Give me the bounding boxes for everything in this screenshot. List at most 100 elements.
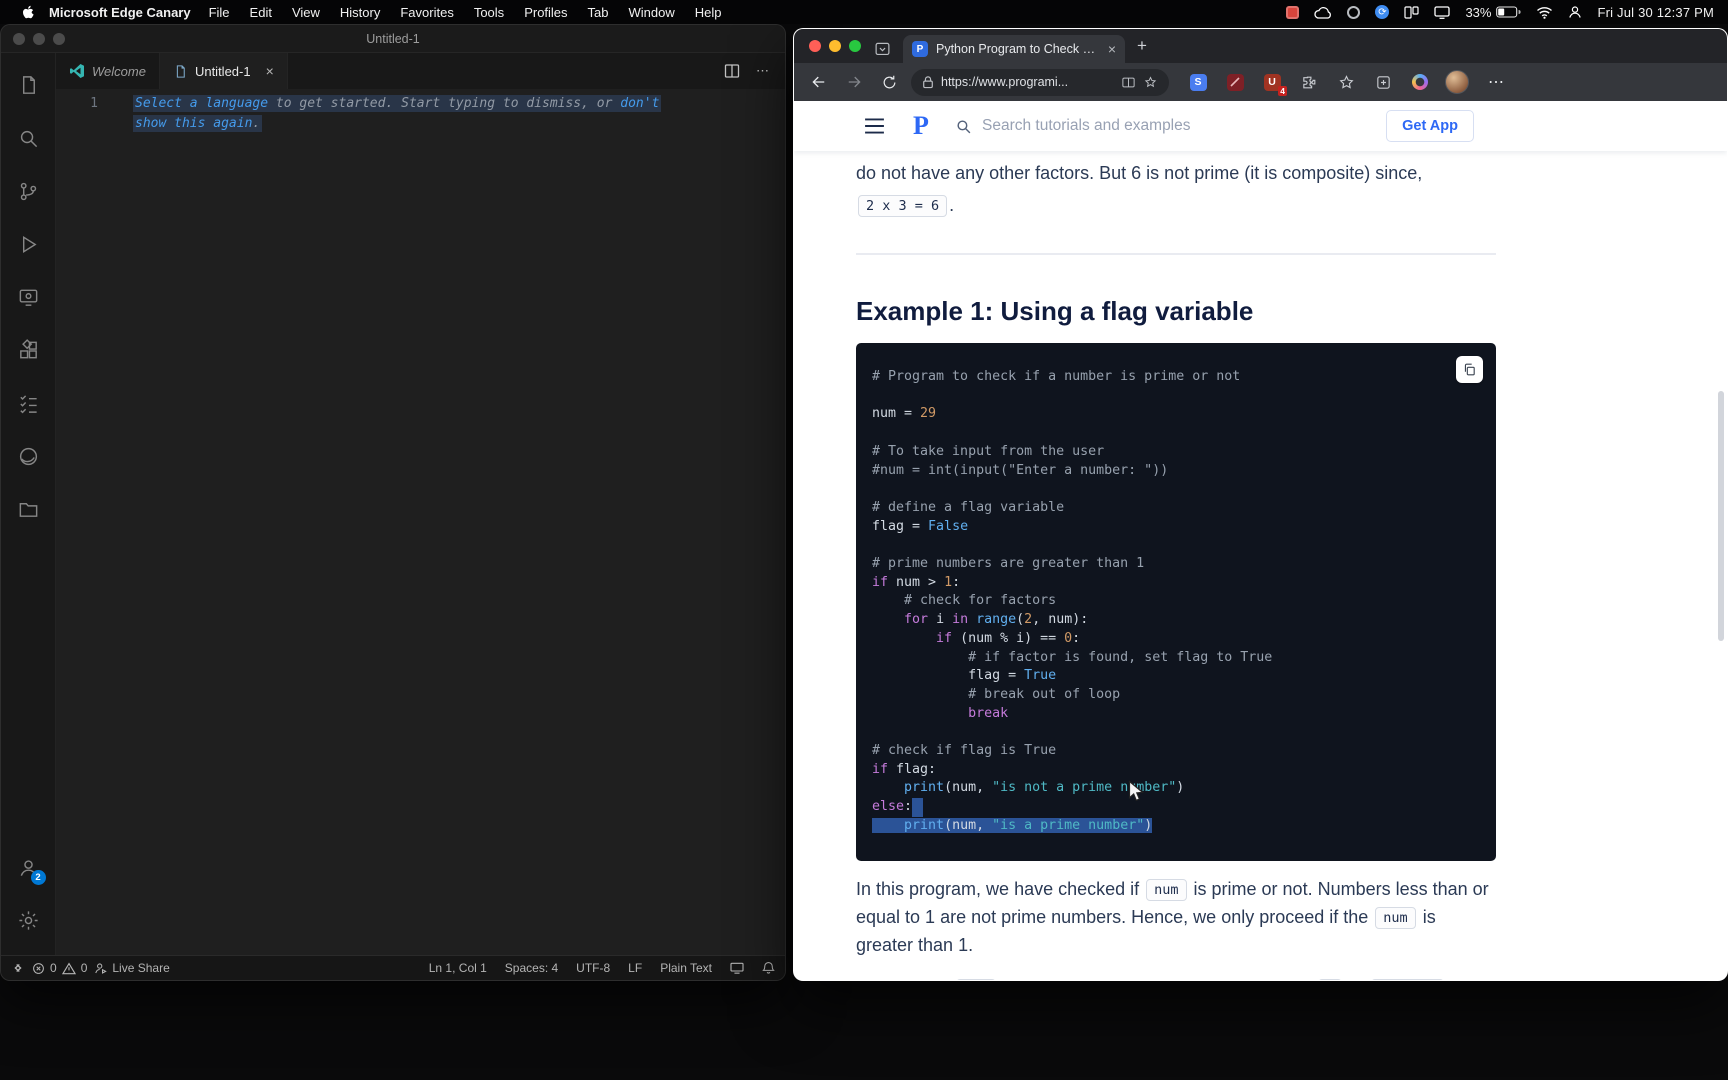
close-window-button[interactable] — [809, 40, 821, 52]
screencast-icon[interactable] — [730, 962, 744, 974]
article-paragraph: In this program, we have checked if num … — [856, 875, 1496, 959]
extensions-icon[interactable] — [1, 324, 56, 377]
vscode-titlebar[interactable]: Untitled-1 — [1, 25, 785, 53]
zoom-window-button[interactable] — [849, 40, 861, 52]
inline-code: num — [1146, 879, 1186, 901]
menubar-app-name[interactable]: Microsoft Edge Canary — [49, 5, 191, 20]
menu-item-tab[interactable]: Tab — [578, 5, 619, 20]
settings-and-more-icon[interactable]: ⋯ — [1488, 72, 1505, 92]
cloud-icon[interactable] — [1314, 6, 1332, 19]
search-icon[interactable] — [1, 112, 56, 165]
inline-code: num — [1375, 907, 1415, 929]
vscode-status-bar: 0 0 Live Share Ln 1, Col 1 Spaces: 4 UTF… — [1, 955, 785, 980]
notifications-bell-icon[interactable] — [762, 961, 775, 975]
close-tab-icon[interactable]: × — [266, 64, 274, 78]
menu-item-favorites[interactable]: Favorites — [390, 5, 463, 20]
site-search[interactable]: Search tutorials and examples — [955, 117, 1386, 135]
extension-red-icon[interactable] — [1223, 70, 1247, 94]
extension-s-icon[interactable]: S — [1186, 70, 1210, 94]
copy-code-button[interactable] — [1456, 356, 1483, 383]
zoom-window-button[interactable] — [53, 33, 65, 45]
new-tab-button[interactable]: + — [1137, 36, 1147, 56]
problems-indicator[interactable]: 0 0 — [32, 961, 87, 975]
close-window-button[interactable] — [13, 33, 25, 45]
menu-item-help[interactable]: Help — [685, 5, 732, 20]
edge-tab-strip: P Python Program to Check Prim... × + — [794, 29, 1727, 63]
close-tab-icon[interactable]: × — [1108, 41, 1116, 57]
apple-menu-icon[interactable] — [22, 5, 35, 20]
language-mode[interactable]: Plain Text — [660, 961, 712, 975]
menu-item-history[interactable]: History — [330, 5, 390, 20]
collections-icon[interactable] — [1371, 70, 1395, 94]
ublock-extension-icon[interactable]: U 4 — [1260, 70, 1284, 94]
programiz-logo[interactable]: P — [909, 113, 933, 139]
battery-indicator[interactable]: 33% — [1465, 5, 1521, 20]
status-circle-icon[interactable] — [1347, 6, 1360, 19]
menu-item-window[interactable]: Window — [619, 5, 685, 20]
edge-devtools-icon[interactable] — [1, 430, 56, 483]
edge-traffic-lights — [809, 40, 861, 52]
folder-icon[interactable] — [1, 483, 56, 536]
cursor-position[interactable]: Ln 1, Col 1 — [429, 961, 487, 975]
recording-indicator-icon[interactable] — [1286, 6, 1299, 19]
menu-item-edit[interactable]: Edit — [240, 5, 282, 20]
sync-icon[interactable]: ⟳ — [1375, 5, 1389, 19]
tab-title: Python Program to Check Prim... — [936, 42, 1100, 56]
source-control-icon[interactable] — [1, 165, 56, 218]
editor-pane[interactable]: 1 Select a language to get started. Star… — [56, 89, 785, 955]
hamburger-menu-icon[interactable] — [864, 118, 885, 134]
code-line: if num > 1: — [872, 574, 1482, 593]
vscode-editor-group: Welcome Untitled-1 × ⋯ 1 Select — [56, 53, 785, 955]
macos-menubar: Microsoft Edge Canary FileEditViewHistor… — [0, 0, 1728, 24]
code-block[interactable]: # Program to check if a number is prime … — [856, 343, 1496, 861]
address-bar[interactable]: https://www.programi... — [911, 69, 1169, 96]
encoding[interactable]: UTF-8 — [576, 961, 610, 975]
display-icon[interactable] — [1434, 6, 1450, 19]
indentation[interactable]: Spaces: 4 — [505, 961, 558, 975]
minimize-window-button[interactable] — [33, 33, 45, 45]
remote-indicator-icon[interactable] — [11, 961, 25, 975]
code-line: num = 29 — [872, 405, 1482, 424]
remote-explorer-icon[interactable] — [1, 271, 56, 324]
code-line: flag = False — [872, 518, 1482, 537]
split-editor-icon[interactable] — [724, 63, 740, 79]
split-screen-icon[interactable] — [1121, 75, 1136, 90]
run-debug-icon[interactable] — [1, 218, 56, 271]
favorites-star-icon[interactable] — [1334, 70, 1358, 94]
copilot-swirl-icon[interactable] — [1408, 70, 1432, 94]
browser-tab-programiz[interactable]: P Python Program to Check Prim... × — [903, 35, 1125, 63]
menu-item-tools[interactable]: Tools — [464, 5, 514, 20]
menu-item-file[interactable]: File — [199, 5, 240, 20]
vscode-window: Untitled-1 2 — [0, 24, 786, 981]
code-line: print(num, "is not a prime number") — [872, 779, 1482, 798]
line-number: 1 — [56, 94, 118, 955]
tab-untitled-1[interactable]: Untitled-1 × — [160, 53, 288, 89]
code-line — [872, 536, 1482, 555]
get-app-button[interactable]: Get App — [1386, 110, 1474, 142]
extensions-puzzle-icon[interactable] — [1297, 70, 1321, 94]
code-line — [872, 480, 1482, 499]
tab-welcome[interactable]: Welcome — [56, 53, 160, 89]
wifi-icon[interactable] — [1536, 6, 1553, 19]
fast-user-switch-icon[interactable] — [1568, 5, 1582, 19]
page-scrollbar-thumb[interactable] — [1718, 391, 1724, 641]
accounts-icon[interactable]: 2 — [1, 841, 56, 894]
editor-more-actions-icon[interactable]: ⋯ — [756, 63, 769, 79]
select-language-link[interactable]: Select a language — [135, 96, 268, 111]
menu-item-profiles[interactable]: Profiles — [514, 5, 577, 20]
add-favorite-star-icon[interactable] — [1143, 75, 1158, 90]
menubar-clock[interactable]: Fri Jul 30 12:37 PM — [1597, 5, 1714, 20]
forward-button[interactable] — [841, 69, 867, 95]
tiles-icon[interactable] — [1404, 6, 1419, 19]
checklist-icon[interactable] — [1, 377, 56, 430]
refresh-button[interactable] — [876, 69, 902, 95]
back-button[interactable] — [806, 69, 832, 95]
tab-actions-menu-icon[interactable] — [874, 40, 891, 57]
menu-item-view[interactable]: View — [282, 5, 330, 20]
profile-avatar[interactable] — [1445, 70, 1469, 94]
explorer-icon[interactable] — [1, 59, 56, 112]
live-share-button[interactable]: Live Share — [94, 961, 169, 975]
eol-sequence[interactable]: LF — [628, 961, 642, 975]
settings-gear-icon[interactable] — [1, 894, 56, 947]
minimize-window-button[interactable] — [829, 40, 841, 52]
